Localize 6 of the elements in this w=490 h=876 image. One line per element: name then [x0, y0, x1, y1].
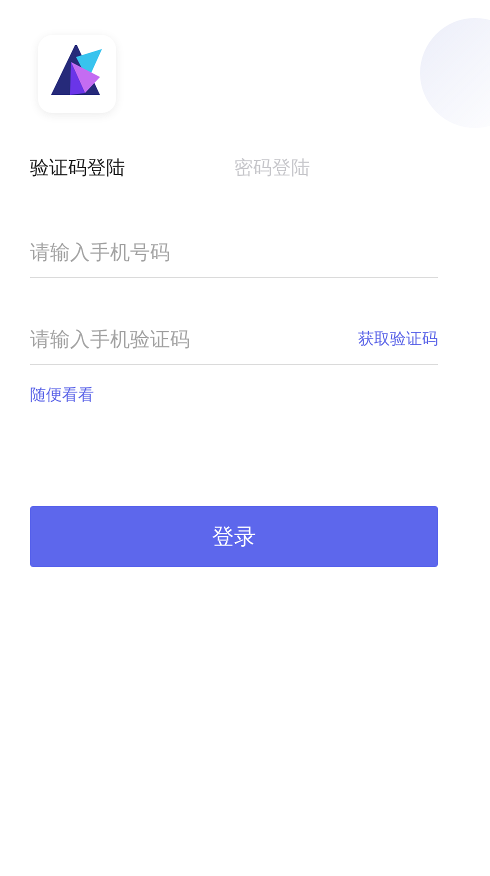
get-code-link[interactable]: 获取验证码 — [358, 328, 438, 350]
login-button[interactable]: 登录 — [30, 506, 438, 567]
phone-input-field[interactable]: 请输入手机号码 — [30, 240, 438, 264]
login-tab[interactable]: 验证码登陆 — [30, 155, 234, 181]
code-input-field[interactable]: 请输入手机验证码 — [30, 327, 358, 351]
browse-link[interactable]: 随便看看 — [30, 385, 94, 406]
